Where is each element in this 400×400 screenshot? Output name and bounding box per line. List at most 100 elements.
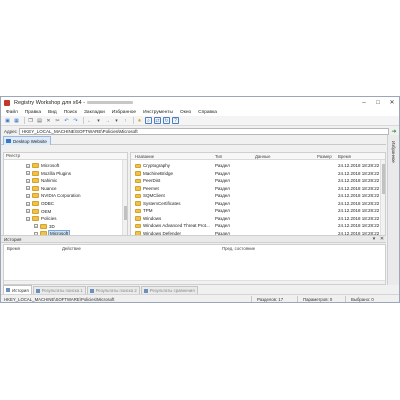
- redo-icon[interactable]: ↷: [72, 117, 79, 124]
- tab-compare-results[interactable]: Результаты сравнения: [140, 286, 198, 294]
- search-icon[interactable]: ⌕: [145, 117, 152, 124]
- list-row[interactable]: Cryptography Раздел 24.12.2018 18:28:22: [131, 162, 381, 170]
- expand-toggle-icon[interactable]: +: [26, 171, 30, 176]
- list-row[interactable]: MachineBridge Раздел 24.12.2018 18:28:22: [131, 170, 381, 178]
- list-row[interactable]: TPM Раздел 24.12.2018 18:28:22: [131, 207, 381, 215]
- menu-favorites[interactable]: Избранное: [112, 110, 136, 115]
- expand-toggle-icon[interactable]: +: [26, 163, 30, 168]
- tab-history[interactable]: История: [3, 285, 32, 294]
- delete-icon[interactable]: ✕: [45, 117, 52, 124]
- copy-icon[interactable]: ❐: [27, 117, 34, 124]
- registry-tree-pane[interactable]: Реестр + Microsoft + Mozilla Plugins + Nahimi…: [3, 152, 128, 243]
- history-column-previous[interactable]: Пред. состояние: [222, 245, 255, 252]
- list-cell-type: Раздел: [215, 170, 230, 176]
- list-cell-name-text: TPM: [143, 208, 153, 213]
- status-separator: [345, 296, 346, 302]
- list-cell-time: 24.12.2018 18:28:22: [338, 185, 380, 191]
- go-arrow-icon[interactable]: ➜: [389, 128, 399, 135]
- undo-icon[interactable]: ↶: [63, 117, 70, 124]
- history-scrollbar[interactable]: [4, 280, 385, 284]
- favorites-icon[interactable]: ★: [136, 117, 143, 124]
- compare-results-icon: [143, 288, 148, 293]
- menu-bookmarks[interactable]: Закладки: [84, 110, 105, 115]
- status-selected: Выбрано: 0: [351, 297, 374, 302]
- list-cell-name: Peernet: [135, 185, 213, 193]
- back-dropdown-icon[interactable]: ▾: [95, 117, 102, 124]
- expand-toggle-icon[interactable]: +: [26, 201, 30, 206]
- folder-icon: [32, 201, 39, 206]
- folder-icon: [32, 170, 39, 176]
- column-name[interactable]: Название: [135, 153, 154, 160]
- computer-icon[interactable]: ▣: [4, 117, 11, 124]
- forward-icon[interactable]: →: [104, 117, 111, 124]
- list-scrollbar[interactable]: [380, 160, 385, 242]
- paste-icon[interactable]: ▤: [36, 117, 43, 124]
- tree-item[interactable]: +3D: [4, 223, 119, 230]
- toolbar: ▣ ▦ ❐ ▤ ✕ ✂ ↶ ↷ ← ▾ → ▾ ↑ ★ ⌕ ⇄ ↻ ?: [1, 116, 399, 126]
- tree-item[interactable]: + Mozilla Plugins: [4, 170, 119, 177]
- tree-scroll-thumb[interactable]: [124, 206, 127, 220]
- tree-scrollbar[interactable]: [122, 160, 127, 242]
- history-pane[interactable]: Время Действие Пред. состояние: [3, 244, 386, 285]
- compare-icon[interactable]: ⇄: [154, 117, 161, 124]
- menu-help[interactable]: Справка: [198, 110, 217, 115]
- folder-icon: [135, 186, 141, 191]
- expand-toggle-icon[interactable]: +: [26, 209, 30, 214]
- expand-toggle-icon[interactable]: +: [26, 186, 30, 191]
- document-tab[interactable]: Desktop Website: [3, 136, 51, 145]
- list-scroll-thumb[interactable]: [382, 164, 385, 194]
- back-icon[interactable]: ←: [86, 117, 93, 124]
- values-list-pane[interactable]: Название Тип Данные Размер Время Cryptog…: [130, 152, 386, 243]
- computer-icon: [6, 139, 11, 143]
- refresh-icon[interactable]: ↻: [163, 117, 170, 124]
- help-icon[interactable]: ?: [172, 117, 179, 124]
- expand-toggle-icon[interactable]: +: [26, 216, 30, 221]
- tree-item-label: Policies: [41, 216, 57, 222]
- title-bar[interactable]: Registry Workshop для x64 - – □ ✕: [1, 97, 399, 108]
- tab-search-results-1[interactable]: Результаты поиска 1: [32, 286, 86, 294]
- menu-window[interactable]: Окно: [180, 110, 191, 115]
- tree-item[interactable]: + NVIDIA Corporation: [4, 192, 119, 199]
- column-size[interactable]: Размер: [317, 153, 332, 160]
- title-redacted: [87, 101, 134, 104]
- menu-view[interactable]: Вид: [48, 110, 57, 115]
- expand-toggle-icon[interactable]: +: [26, 193, 30, 198]
- column-time[interactable]: Время: [338, 153, 351, 160]
- address-input[interactable]: HKEY_LOCAL_MACHINE\SOFTWARE\Policies\Mic…: [19, 127, 389, 135]
- expand-toggle-icon[interactable]: +: [34, 224, 38, 229]
- list-row[interactable]: Peernet Раздел 24.12.2018 18:28:22: [131, 185, 381, 193]
- column-type[interactable]: Тип: [215, 153, 222, 160]
- list-row[interactable]: SystemCertificates Раздел 24.12.2018 18:28…: [131, 200, 381, 208]
- menu-search[interactable]: Поиск: [64, 110, 77, 115]
- column-data[interactable]: Данные: [255, 153, 271, 160]
- menu-edit[interactable]: Правка: [25, 110, 41, 115]
- close-button[interactable]: ✕: [385, 97, 399, 108]
- tree-item[interactable]: + ODBC: [4, 200, 119, 207]
- history-close-icon[interactable]: ✕: [378, 236, 386, 242]
- tab-search-results-2[interactable]: Результаты поиска 2: [86, 286, 140, 294]
- tree-item[interactable]: + Microsoft: [4, 162, 119, 169]
- tree-item[interactable]: + Nuance: [4, 185, 119, 192]
- list-row[interactable]: PeerDist Раздел 24.12.2018 18:28:22: [131, 177, 381, 185]
- expand-toggle-icon[interactable]: +: [26, 178, 30, 183]
- list-header: Название Тип Данные Размер Время: [131, 153, 385, 160]
- tree-item[interactable]: + Nahimic: [4, 177, 119, 184]
- list-row[interactable]: Windows Раздел 24.12.2018 18:28:22: [131, 215, 381, 223]
- registry-icon[interactable]: ▦: [13, 117, 20, 124]
- list-row[interactable]: Windows Advanced Threat Prot... Раздел 24.…: [131, 222, 381, 230]
- history-column-time[interactable]: Время: [7, 245, 20, 252]
- list-cell-name: TPM: [135, 207, 213, 215]
- up-icon[interactable]: ↑: [122, 117, 129, 124]
- tree-item[interactable]: + Policies: [4, 215, 119, 222]
- history-pin-icon[interactable]: ▾: [370, 236, 378, 242]
- minimize-button[interactable]: –: [357, 97, 371, 108]
- cut-icon[interactable]: ✂: [54, 117, 61, 124]
- tree-item[interactable]: + OEM: [4, 208, 119, 215]
- forward-dropdown-icon[interactable]: ▾: [113, 117, 120, 124]
- maximize-button[interactable]: □: [371, 97, 385, 108]
- history-column-action[interactable]: Действие: [62, 245, 81, 252]
- list-row[interactable]: SQMClient Раздел 24.12.2018 18:28:22: [131, 192, 381, 200]
- favorites-side-panel[interactable]: Избранное: [387, 135, 399, 285]
- menu-tools[interactable]: Инструменты: [143, 110, 173, 115]
- menu-file[interactable]: Файл: [6, 110, 18, 115]
